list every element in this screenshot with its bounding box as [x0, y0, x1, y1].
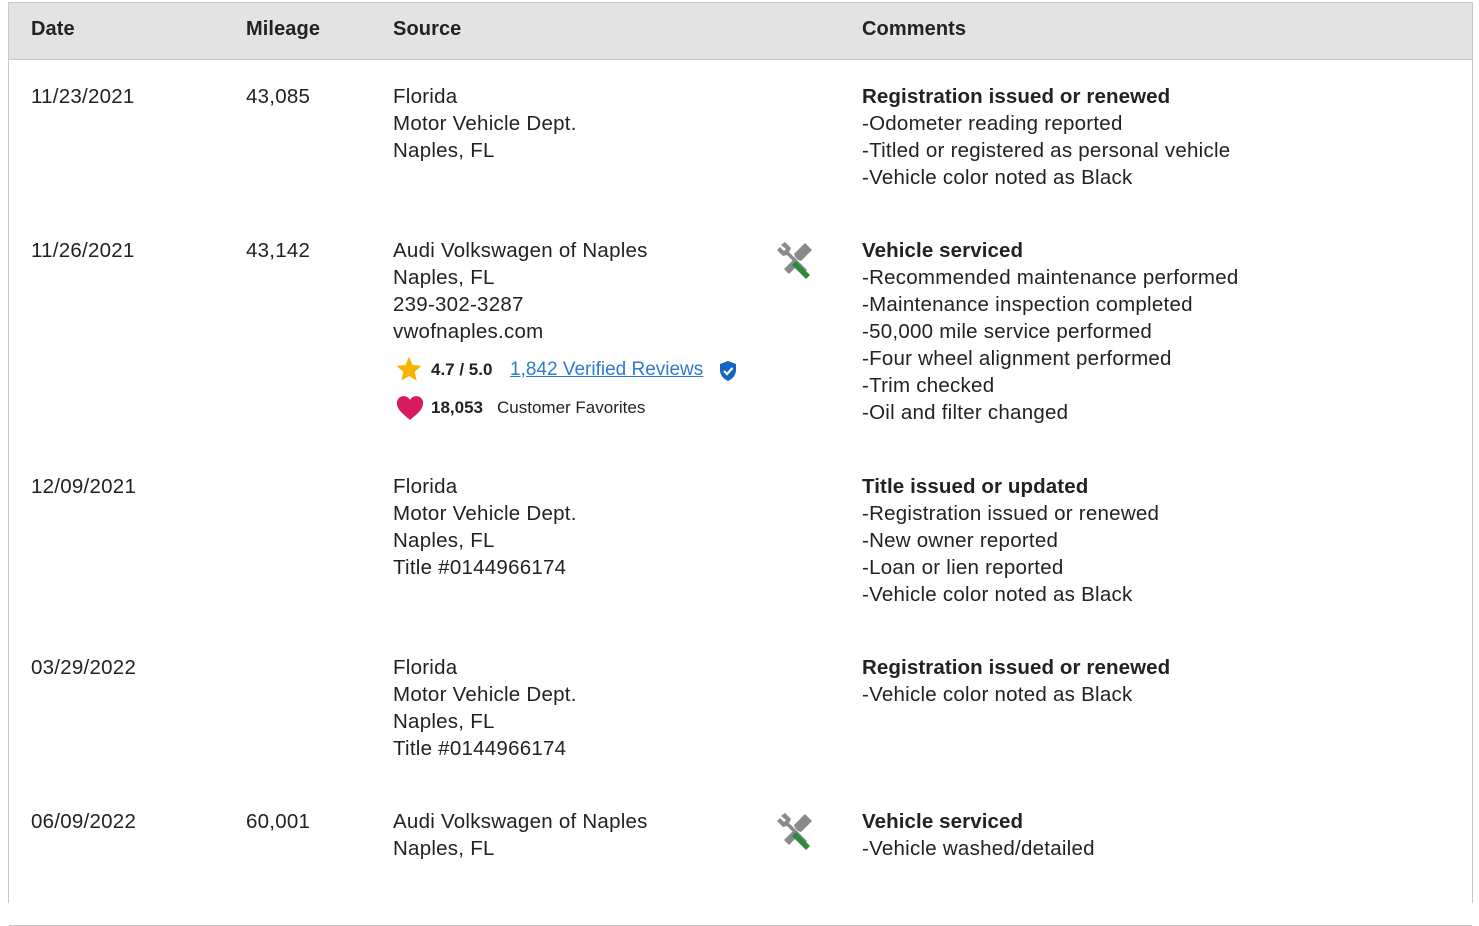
comment-item-text: Four wheel alignment performed — [869, 347, 1172, 370]
comment-item-text: Loan or lien reported — [869, 556, 1064, 579]
source-line: Title #0144966174 — [393, 556, 567, 579]
rating-value: 4.7 / 5.0 — [431, 360, 493, 379]
comment-item-text: Odometer reading reported — [869, 112, 1123, 135]
comment-item: -Vehicle washed/detailed — [862, 835, 1095, 862]
source-line: Florida — [393, 656, 458, 679]
favorites-count: 18,053 — [431, 398, 483, 417]
comment-item: -Titled or registered as personal vehicl… — [862, 137, 1230, 164]
wrench-screwdriver-icon — [777, 242, 812, 279]
comments-cell: Registration issued or renewed -Vehicle c… — [862, 654, 1170, 708]
header-date: Date — [31, 18, 75, 40]
source-cell: Florida Motor Vehicle Dept. Naples, FL — [393, 83, 577, 164]
comment-item-text: Recommended maintenance performed — [869, 266, 1239, 289]
source-line: Naples, FL — [393, 139, 495, 162]
comment-item: -Vehicle color noted as Black — [862, 581, 1159, 608]
comment-item-text: Vehicle color noted as Black — [869, 166, 1133, 189]
comment-item-text: Titled or registered as personal vehicle — [869, 139, 1231, 162]
comment-item-text: Maintenance inspection completed — [869, 293, 1193, 316]
source-line: Motor Vehicle Dept. — [393, 502, 577, 525]
comment-item: -Vehicle color noted as Black — [862, 681, 1170, 708]
comment-item: -Recommended maintenance performed — [862, 264, 1239, 291]
vehicle-history-table: Date Mileage Source Comments 11/23/2021 4… — [8, 2, 1473, 926]
verified-shield-icon — [720, 361, 736, 381]
comment-item: -New owner reported — [862, 527, 1159, 554]
comments-cell: Registration issued or renewed -Odometer … — [862, 83, 1230, 191]
comments-cell: Title issued or updated -Registration iss… — [862, 473, 1159, 608]
source-line: Title #0144966174 — [393, 737, 567, 760]
source-line: Naples, FL — [393, 266, 495, 289]
comment-item: -Registration issued or renewed — [862, 500, 1159, 527]
verified-reviews-link[interactable]: 1,842 Verified Reviews — [510, 359, 703, 381]
favorites-label: Customer Favorites — [497, 398, 646, 417]
source-line: vwofnaples.com — [393, 320, 544, 343]
source-cell: Florida Motor Vehicle Dept. Naples, FL Titl… — [393, 654, 577, 762]
table-row: 12/09/2021 Florida Motor Vehicle Dept. Napl… — [9, 450, 1472, 632]
table-header: Date Mileage Source Comments — [9, 3, 1472, 60]
comment-item-text: New owner reported — [869, 529, 1059, 552]
comment-item: -Trim checked — [862, 372, 1239, 399]
source-line: Naples, FL — [393, 837, 495, 860]
comment-item: -50,000 mile service performed — [862, 318, 1239, 345]
date-cell: 12/09/2021 — [31, 475, 137, 498]
source-cell: Audi Volkswagen of Naples Naples, FL — [393, 808, 648, 862]
header-source: Source — [393, 18, 462, 40]
comment-title: Title issued or updated — [862, 475, 1089, 498]
header-mileage: Mileage — [246, 18, 321, 40]
comment-item: -Vehicle color noted as Black — [862, 164, 1230, 191]
header-comments: Comments — [862, 18, 967, 40]
source-line: 239-302-3287 — [393, 293, 524, 316]
date-cell: 06/09/2022 — [31, 810, 137, 833]
comment-item-text: Vehicle color noted as Black — [869, 683, 1133, 706]
comment-item: -Maintenance inspection completed — [862, 291, 1239, 318]
source-line: Naples, FL — [393, 710, 495, 733]
mileage-cell: 60,001 — [246, 810, 311, 833]
comment-item-text: Trim checked — [869, 374, 995, 397]
source-cell: Audi Volkswagen of Naples Naples, FL 239-3… — [393, 237, 648, 345]
source-cell: Florida Motor Vehicle Dept. Naples, FL Titl… — [393, 473, 577, 581]
source-line: Motor Vehicle Dept. — [393, 112, 577, 135]
table-row: 06/09/2022 60,001 Audi Volkswagen of Naple… — [9, 785, 1472, 926]
comment-title: Registration issued or renewed — [862, 656, 1171, 679]
comment-item-text: Oil and filter changed — [869, 401, 1069, 424]
heart-icon — [396, 396, 424, 420]
table-row: 11/26/2021 43,142 Audi Volkswagen of Naple… — [9, 214, 1472, 451]
comments-cell: Vehicle serviced -Recommended maintenance… — [862, 237, 1239, 426]
comment-title: Vehicle serviced — [862, 239, 1024, 262]
comment-item-text: Vehicle washed/detailed — [869, 837, 1095, 860]
date-cell: 11/23/2021 — [31, 85, 135, 108]
comment-title: Vehicle serviced — [862, 810, 1024, 833]
comment-item-text: Vehicle color noted as Black — [869, 583, 1133, 606]
comment-title: Registration issued or renewed — [862, 85, 1171, 108]
comments-cell: Vehicle serviced -Vehicle washed/detailed — [862, 808, 1095, 862]
mileage-cell: 43,142 — [246, 239, 311, 262]
source-line: Florida — [393, 85, 458, 108]
table-row: 11/23/2021 43,085 Florida Motor Vehicle Dep… — [9, 60, 1472, 215]
star-icon — [396, 356, 422, 381]
source-line: Florida — [393, 475, 458, 498]
comment-item: -Oil and filter changed — [862, 399, 1239, 426]
date-cell: 11/26/2021 — [31, 239, 135, 262]
table-row: 03/29/2022 Florida Motor Vehicle Dept. Napl… — [9, 631, 1472, 786]
source-line: Audi Volkswagen of Naples — [393, 239, 648, 262]
comment-item: -Four wheel alignment performed — [862, 345, 1239, 372]
date-cell: 03/29/2022 — [31, 656, 137, 679]
source-line: Motor Vehicle Dept. — [393, 683, 577, 706]
source-line: Audi Volkswagen of Naples — [393, 810, 648, 833]
wrench-screwdriver-icon — [777, 813, 812, 850]
comment-item: -Loan or lien reported — [862, 554, 1159, 581]
comment-item-text: Registration issued or renewed — [869, 502, 1160, 525]
comment-item-text: 50,000 mile service performed — [869, 320, 1153, 343]
comment-item: -Odometer reading reported — [862, 110, 1230, 137]
mileage-cell: 43,085 — [246, 85, 311, 108]
source-line: Naples, FL — [393, 529, 495, 552]
